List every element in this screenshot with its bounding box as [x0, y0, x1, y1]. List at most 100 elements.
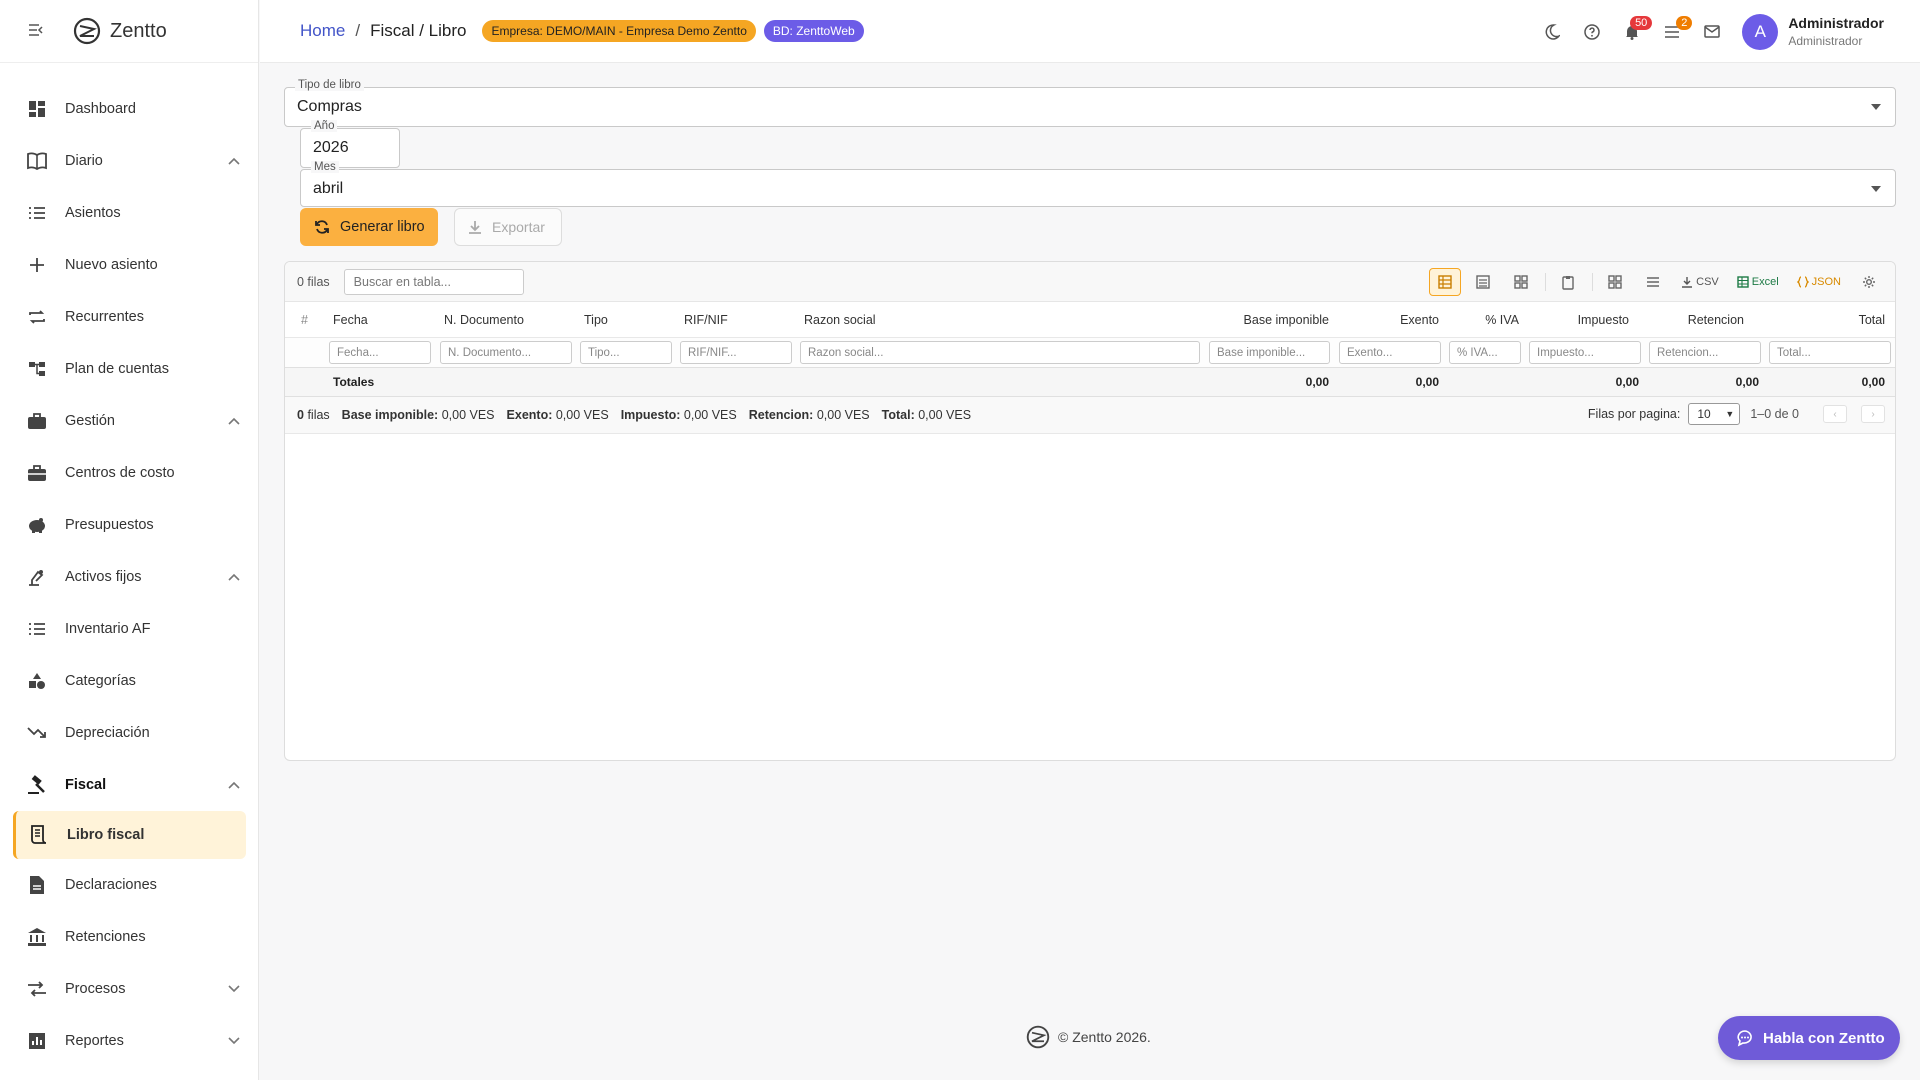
breadcrumb-home-link[interactable]: Home — [300, 21, 345, 41]
filter-total-input[interactable]: Total... — [1769, 341, 1891, 364]
col-header-razon[interactable]: Razon social — [804, 302, 1004, 337]
filter-tipo-input[interactable]: Tipo... — [580, 341, 672, 364]
sidebar-item-label: Diario — [65, 153, 103, 169]
briefcase-icon — [26, 410, 48, 432]
download-icon — [1682, 277, 1693, 288]
col-header-fecha[interactable]: Fecha — [333, 302, 433, 337]
table-search-input[interactable]: Buscar en tabla... — [343, 268, 524, 295]
sidebar-item-plan-de-cuentas[interactable]: Plan de cuentas — [0, 343, 258, 395]
database-badge[interactable]: BD: ZenttoWeb — [763, 20, 864, 42]
sidebar-group-gestion[interactable]: Gestión — [0, 395, 258, 447]
zentto-logo-icon — [1026, 1025, 1050, 1049]
exportar-button[interactable]: Exportar — [454, 208, 562, 246]
caret-down-icon — [1871, 104, 1881, 110]
empresa-badge[interactable]: Empresa: DEMO/MAIN - Empresa Demo Zentto — [482, 20, 756, 42]
group-icon[interactable] — [1599, 268, 1631, 296]
filter-base-input[interactable]: Base imponible... — [1209, 341, 1330, 364]
sidebar-item-declaraciones[interactable]: Declaraciones — [0, 859, 258, 911]
book-icon — [26, 150, 48, 172]
filter-fecha-input[interactable]: Fecha... — [329, 341, 431, 364]
sidebar-item-label: Declaraciones — [65, 877, 157, 893]
piggy-bank-icon — [26, 514, 48, 536]
table-toolbar: 0 filas Buscar en tabla... CSV Excel JSO… — [285, 262, 1895, 302]
export-csv-button[interactable]: CSV — [1675, 268, 1725, 296]
density-icon[interactable] — [1637, 268, 1669, 296]
sidebar-group-fiscal[interactable]: Fiscal — [0, 759, 258, 811]
list-view-icon[interactable] — [1467, 268, 1499, 296]
tasks-icon[interactable]: 2 — [1652, 12, 1693, 52]
prev-page-button[interactable]: ‹ — [1823, 405, 1847, 423]
col-header-base[interactable]: Base imponible — [1209, 302, 1329, 337]
breadcrumb-current: Fiscal / Libro — [370, 21, 467, 40]
sidebar-item-presupuestos[interactable]: Presupuestos — [0, 499, 258, 551]
export-excel-button[interactable]: Excel — [1731, 268, 1785, 296]
user-menu[interactable]: A Administrador Administrador — [1742, 13, 1884, 50]
menu-collapse-icon[interactable] — [28, 21, 48, 42]
brand-name[interactable]: Zentto — [110, 20, 167, 43]
filter-rif-input[interactable]: RIF/NIF... — [680, 341, 792, 364]
notifications-count-badge: 50 — [1630, 15, 1653, 30]
sidebar-item-libro-fiscal[interactable]: Libro fiscal — [13, 811, 246, 859]
sidebar-item-label: Procesos — [65, 981, 126, 997]
col-header-impuesto[interactable]: Impuesto — [1529, 302, 1629, 337]
rows-per-page-select[interactable]: 10 ▼ — [1688, 403, 1741, 425]
filter-exento-input[interactable]: Exento... — [1339, 341, 1441, 364]
col-header-rif[interactable]: RIF/NIF — [684, 302, 774, 337]
filter-ndoc-input[interactable]: N. Documento... — [440, 341, 572, 364]
clipboard-icon[interactable] — [1552, 268, 1584, 296]
sidebar-item-inventario-af[interactable]: Inventario AF — [0, 603, 258, 655]
mail-icon[interactable] — [1692, 12, 1732, 52]
table-header-row: # Fecha N. Documento Tipo RIF/NIF Razon … — [285, 302, 1895, 338]
sidebar-item-recurrentes[interactable]: Recurrentes — [0, 291, 258, 343]
chevron-up-icon — [228, 570, 240, 584]
col-header-ndoc[interactable]: N. Documento — [444, 302, 564, 337]
sidebar-group-diario[interactable]: Diario — [0, 135, 258, 187]
sidebar-item-asientos[interactable]: Asientos — [0, 187, 258, 239]
zentto-logo-icon[interactable] — [72, 16, 102, 46]
export-json-button[interactable]: JSON — [1791, 268, 1847, 296]
row-count: 0 filas — [297, 274, 330, 289]
sidebar-item-label: Retenciones — [65, 929, 146, 945]
sidebar-item-dashboard[interactable]: Dashboard — [0, 83, 258, 135]
help-icon[interactable] — [1572, 12, 1612, 52]
sidebar-item-depreciacion[interactable]: Depreciación — [0, 707, 258, 759]
sidebar-group-activos-fijos[interactable]: Activos fijos — [0, 551, 258, 603]
filter-razon-input[interactable]: Razon social... — [800, 341, 1200, 364]
sidebar-group-procesos[interactable]: Procesos — [0, 963, 258, 1015]
sidebar-item-label: Depreciación — [65, 725, 150, 741]
summary-retencion: Retencion: 0,00 VES — [748, 408, 870, 422]
sidebar-item-categorias[interactable]: Categorías — [0, 655, 258, 707]
tipo-de-libro-label: Tipo de libro — [295, 79, 364, 91]
cards-view-icon[interactable] — [1505, 268, 1537, 296]
next-page-button[interactable]: › — [1861, 405, 1885, 423]
mes-select[interactable]: Mes abril — [300, 161, 1896, 207]
generar-libro-button[interactable]: Generar libro — [300, 208, 438, 246]
col-header-exento[interactable]: Exento — [1349, 302, 1439, 337]
chevron-down-icon — [228, 1034, 240, 1048]
tipo-de-libro-select[interactable]: Tipo de libro Compras — [284, 79, 1896, 127]
chat-bubble-icon — [1736, 1029, 1754, 1047]
filter-iva-input[interactable]: % IVA... — [1449, 341, 1521, 364]
bank-icon — [26, 926, 48, 948]
sidebar-item-label: Inventario AF — [65, 621, 151, 637]
sidebar-item-retenciones[interactable]: Retenciones — [0, 911, 258, 963]
sidebar-item-nuevo-asiento[interactable]: Nuevo asiento — [0, 239, 258, 291]
notifications-icon[interactable]: 50 — [1612, 12, 1653, 52]
sidebar-item-centros-de-costo[interactable]: Centros de costo — [0, 447, 258, 499]
sidebar-item-label: Recurrentes — [65, 309, 144, 325]
dark-mode-icon[interactable] — [1532, 12, 1572, 52]
col-header-iva[interactable]: % IVA — [1449, 302, 1519, 337]
mes-value: abril — [313, 180, 344, 197]
col-header-tipo[interactable]: Tipo — [584, 302, 664, 337]
col-header-total[interactable]: Total — [1769, 302, 1885, 337]
settings-icon[interactable] — [1853, 268, 1885, 296]
generar-libro-label: Generar libro — [340, 219, 425, 235]
sidebar-group-reportes[interactable]: Reportes — [0, 1015, 258, 1067]
filter-impuesto-input[interactable]: Impuesto... — [1529, 341, 1641, 364]
filter-retencion-input[interactable]: Retencion... — [1649, 341, 1761, 364]
avatar[interactable]: A — [1742, 13, 1779, 50]
col-header-retencion[interactable]: Retencion — [1644, 302, 1744, 337]
page-range: 1–0 de 0 — [1750, 407, 1799, 421]
grid-view-icon[interactable] — [1429, 268, 1462, 296]
chat-with-zentto-button[interactable]: Habla con Zentto — [1718, 1016, 1900, 1060]
